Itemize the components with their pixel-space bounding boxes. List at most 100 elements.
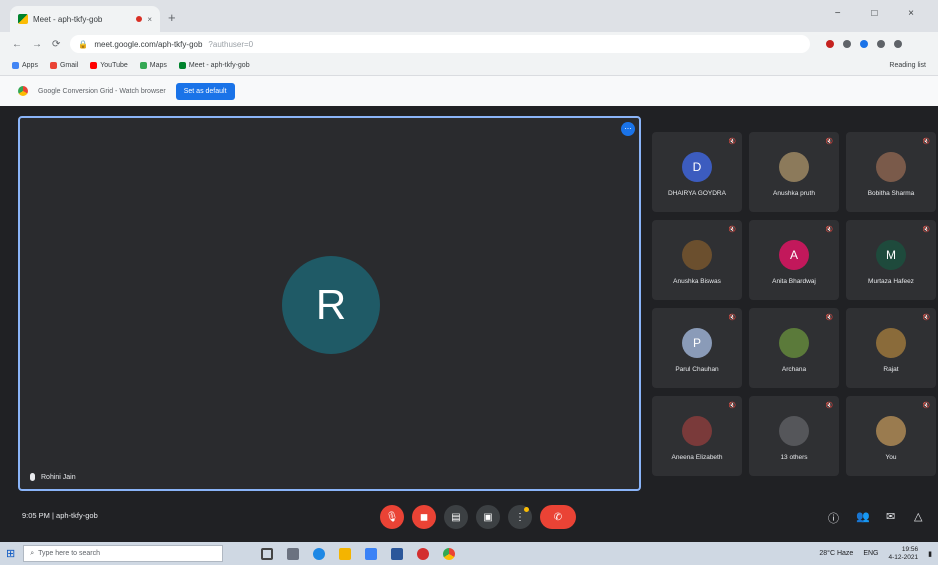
activities-button[interactable]: △ — [914, 510, 922, 523]
people-button[interactable]: 👥 — [856, 510, 870, 523]
forward-arrow-icon[interactable]: → — [32, 39, 42, 50]
leave-call-button[interactable]: ✆ — [540, 505, 576, 529]
participant-avatar — [779, 416, 809, 446]
chat-button[interactable]: ✉ — [886, 510, 895, 523]
captions-button[interactable]: ▤ — [444, 505, 468, 529]
bookmark-icon — [90, 62, 98, 69]
present-icon: ▣ — [483, 511, 493, 523]
participant-avatar: D — [682, 152, 712, 182]
present-button[interactable]: ▣ — [476, 505, 500, 529]
language-indicator[interactable]: ENG — [863, 550, 878, 557]
info-icon: ⓘ — [828, 513, 839, 525]
chrome-icon — [18, 86, 28, 96]
camera-indicator-icon[interactable] — [826, 40, 835, 48]
muted-mic-icon: 🔇 — [922, 403, 930, 409]
more-options-button[interactable]: ⋮ — [508, 505, 532, 529]
participant-tile[interactable]: 🔇 Rajat — [846, 308, 936, 388]
tile-options-icon[interactable]: ⋯ — [621, 122, 635, 136]
participant-name: Anita Bhardwaj — [772, 278, 816, 285]
pinned-apps — [261, 547, 456, 560]
infobar-text: Google Conversion Grid - Watch browser — [38, 87, 166, 95]
url-bar[interactable]: 🔒 meet.google.com/aph-tkfy-gob ?authuser… — [70, 35, 811, 53]
participant-tile[interactable]: 🔇 A Anita Bhardwaj — [749, 220, 839, 300]
weather-text[interactable]: 28°C Haze — [819, 550, 853, 557]
back-arrow-icon[interactable]: ← — [12, 39, 22, 50]
extension-icon[interactable] — [877, 40, 886, 48]
bookmark-item[interactable]: Apps — [12, 62, 38, 69]
participant-tile[interactable]: 🔇 P Parul Chauhan — [652, 308, 742, 388]
tab-close-icon[interactable]: × — [147, 15, 152, 24]
participant-name: Anushka Biswas — [673, 278, 721, 285]
window-controls[interactable]: − □ × — [835, 8, 928, 19]
share-icon[interactable] — [843, 40, 852, 48]
muted-mic-icon: 🔇 — [825, 403, 833, 409]
participant-name: Anushka pruth — [773, 190, 815, 197]
taskbar-search-input[interactable]: ⌕ Type here to search — [23, 545, 224, 562]
muted-mic-icon: 🔇 — [922, 315, 930, 321]
reading-list-button[interactable]: Reading list — [889, 62, 926, 69]
muted-mic-icon: 🔇 — [825, 227, 833, 233]
muted-mic-icon: 🔇 — [728, 139, 736, 145]
muted-mic-icon: 🔇 — [825, 315, 833, 321]
participant-avatar: P — [682, 328, 712, 358]
participant-avatar — [876, 152, 906, 182]
bookmark-item[interactable]: Maps — [139, 62, 167, 69]
opera-icon[interactable] — [417, 547, 430, 560]
participant-tile[interactable]: 🔇 Anushka Biswas — [652, 220, 742, 300]
participant-tile[interactable]: 🔇 D DHAIRYA GOYDRA — [652, 132, 742, 212]
file-explorer-icon[interactable] — [339, 547, 352, 560]
widgets-icon[interactable] — [287, 547, 300, 560]
bookmark-icon — [12, 62, 19, 69]
url-text: meet.google.com/aph-tkfy-gob — [94, 39, 203, 49]
bookmark-item[interactable]: Gmail — [49, 62, 78, 69]
main-speaker-name: Rohini Jain — [41, 473, 76, 481]
participant-name: DHAIRYA GOYDRA — [668, 190, 726, 197]
edge-icon[interactable] — [313, 547, 326, 560]
participant-tile[interactable]: 🔇 You — [846, 396, 936, 476]
captions-icon: ▤ — [451, 511, 461, 523]
participant-tile[interactable]: 🔇 Anushka pruth — [749, 132, 839, 212]
muted-mic-icon: 🔇 — [922, 139, 930, 145]
participant-name: Murtaza Hafeez — [868, 278, 914, 285]
store-icon[interactable] — [365, 547, 378, 560]
notifications-icon[interactable]: ▮ — [928, 550, 932, 558]
more-vert-icon: ⋮ — [515, 511, 525, 523]
participant-tile[interactable]: 🔇 13 others — [749, 396, 839, 476]
new-tab-button[interactable]: + — [168, 10, 176, 25]
chrome-taskbar-icon[interactable] — [443, 547, 456, 560]
windows-start-icon[interactable]: ⊞ — [6, 547, 15, 560]
bookmark-item[interactable]: Meet - aph-tkfy-gob — [178, 62, 250, 69]
participant-name: 13 others — [780, 454, 808, 461]
camera-off-icon: ◼ — [419, 511, 429, 523]
mic-off-icon: 🎙 — [385, 511, 399, 523]
participant-name: Rajat — [883, 366, 899, 373]
reload-icon[interactable]: ⟳ — [52, 39, 60, 50]
participant-tile[interactable]: 🔇 Bobitha Sharma — [846, 132, 936, 212]
set-default-button[interactable]: Set as default — [175, 82, 235, 100]
camera-toggle-button[interactable]: ◼ — [412, 505, 436, 529]
participant-avatar: A — [779, 240, 809, 270]
participant-tile[interactable]: 🔇 M Murtaza Hafeez — [846, 220, 936, 300]
participant-name: You — [885, 454, 897, 461]
star-icon[interactable] — [860, 40, 869, 48]
participant-avatar — [682, 240, 712, 270]
bookmark-icon — [49, 62, 57, 69]
bookmark-icon — [178, 62, 186, 69]
participant-name: Aneena Elizabeth — [671, 454, 723, 461]
main-avatar: R — [282, 256, 380, 354]
participant-tile[interactable]: 🔇 Aneena Elizabeth — [652, 396, 742, 476]
meeting-info-button[interactable]: ⓘ — [828, 510, 839, 526]
profile-avatar-icon[interactable] — [894, 40, 903, 48]
people-icon: 👥 — [856, 511, 870, 523]
participant-avatar — [779, 328, 809, 358]
main-speaker-tile[interactable]: R Rohini Jain ⋯ — [18, 116, 641, 491]
muted-mic-icon: 🔇 — [922, 227, 930, 233]
task-view-icon[interactable] — [261, 547, 274, 560]
mic-toggle-button[interactable]: 🎙 — [380, 505, 404, 529]
participant-tile[interactable]: 🔇 Archana — [749, 308, 839, 388]
browser-tab-meet[interactable]: Meet - aph-tkfy-gob × — [10, 6, 160, 32]
bookmark-item[interactable]: YouTube — [90, 62, 128, 69]
word-icon[interactable] — [391, 547, 404, 560]
taskbar-clock[interactable]: 19:56 4-12-2021 — [889, 546, 919, 562]
tab-title: Meet - aph-tkfy-gob — [33, 14, 103, 24]
